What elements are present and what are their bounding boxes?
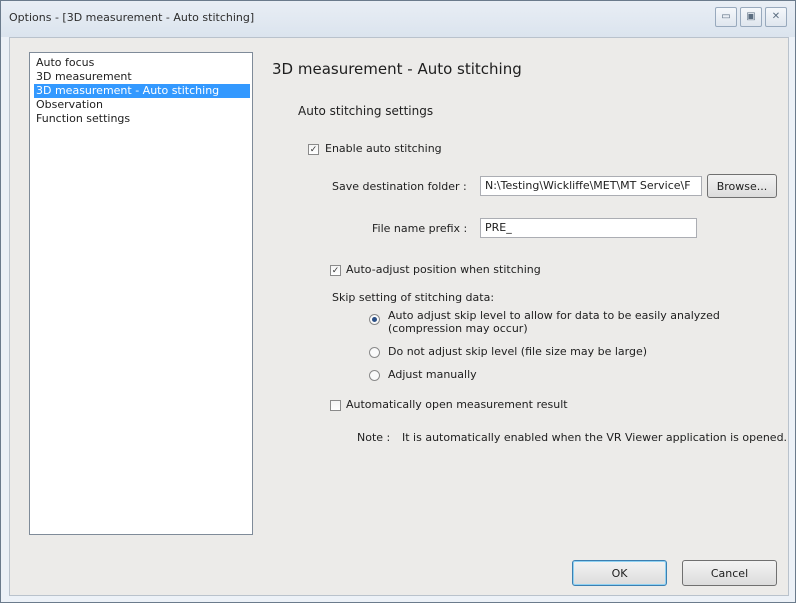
auto-open-result-checkbox[interactable]	[330, 400, 341, 411]
section-title: Auto stitching settings	[298, 104, 434, 118]
skip-manual-radio[interactable]	[369, 370, 380, 381]
tree-item-auto-focus[interactable]: Auto focus	[34, 56, 96, 70]
skip-auto-adjust-label[interactable]: Auto adjust skip level to allow for data…	[388, 309, 720, 322]
auto-open-result-label[interactable]: Automatically open measurement result	[346, 398, 568, 411]
ok-button[interactable]: OK	[572, 560, 667, 586]
caption-buttons: ▭ ▣ ✕	[715, 7, 787, 27]
check-icon: ✓	[331, 265, 340, 276]
title-bar: Options - [3D measurement - Auto stitchi…	[1, 1, 795, 37]
save-folder-input[interactable]: N:\Testing\Wickliffe\MET\MT Service\F	[480, 176, 702, 196]
auto-adjust-position-label[interactable]: Auto-adjust position when stitching	[346, 263, 541, 276]
close-button[interactable]: ✕	[765, 7, 787, 27]
tree-item-3d-measurement[interactable]: 3D measurement	[34, 70, 134, 84]
enable-auto-stitching-label[interactable]: Enable auto stitching	[325, 142, 442, 155]
skip-auto-adjust-label-line2[interactable]: (compression may occur)	[388, 322, 528, 335]
dialog-client-area: Auto focus 3D measurement 3D measurement…	[9, 37, 789, 596]
file-prefix-label: File name prefix :	[372, 222, 468, 235]
maximize-button[interactable]: ▣	[740, 7, 762, 27]
auto-adjust-position-checkbox[interactable]: ✓	[330, 265, 341, 276]
note-text: It is automatically enabled when the VR …	[402, 431, 788, 444]
skip-no-adjust-label[interactable]: Do not adjust skip level (file size may …	[388, 345, 647, 358]
skip-setting-label: Skip setting of stitching data:	[332, 291, 495, 304]
cancel-button[interactable]: Cancel	[682, 560, 777, 586]
skip-manual-label[interactable]: Adjust manually	[388, 368, 477, 381]
check-icon: ✓	[309, 144, 318, 155]
minimize-button[interactable]: ▭	[715, 7, 737, 27]
options-window: Options - [3D measurement - Auto stitchi…	[0, 0, 796, 603]
window-title: Options - [3D measurement - Auto stitchi…	[9, 11, 255, 24]
radio-selected-dot	[372, 317, 377, 322]
tree-item-3d-measurement-auto-stitching[interactable]: 3D measurement - Auto stitching	[34, 84, 250, 98]
note-label: Note :	[357, 431, 391, 444]
save-folder-label: Save destination folder :	[332, 180, 467, 193]
tree-item-function-settings[interactable]: Function settings	[34, 112, 132, 126]
tree-item-observation[interactable]: Observation	[34, 98, 105, 112]
skip-no-adjust-radio[interactable]	[369, 347, 380, 358]
file-prefix-input[interactable]: PRE_	[480, 218, 697, 238]
browse-button[interactable]: Browse...	[707, 174, 777, 198]
options-tree[interactable]: Auto focus 3D measurement 3D measurement…	[29, 52, 253, 535]
skip-auto-adjust-radio[interactable]	[369, 314, 380, 325]
page-title: 3D measurement - Auto stitching	[272, 60, 522, 78]
enable-auto-stitching-checkbox[interactable]: ✓	[308, 144, 319, 155]
